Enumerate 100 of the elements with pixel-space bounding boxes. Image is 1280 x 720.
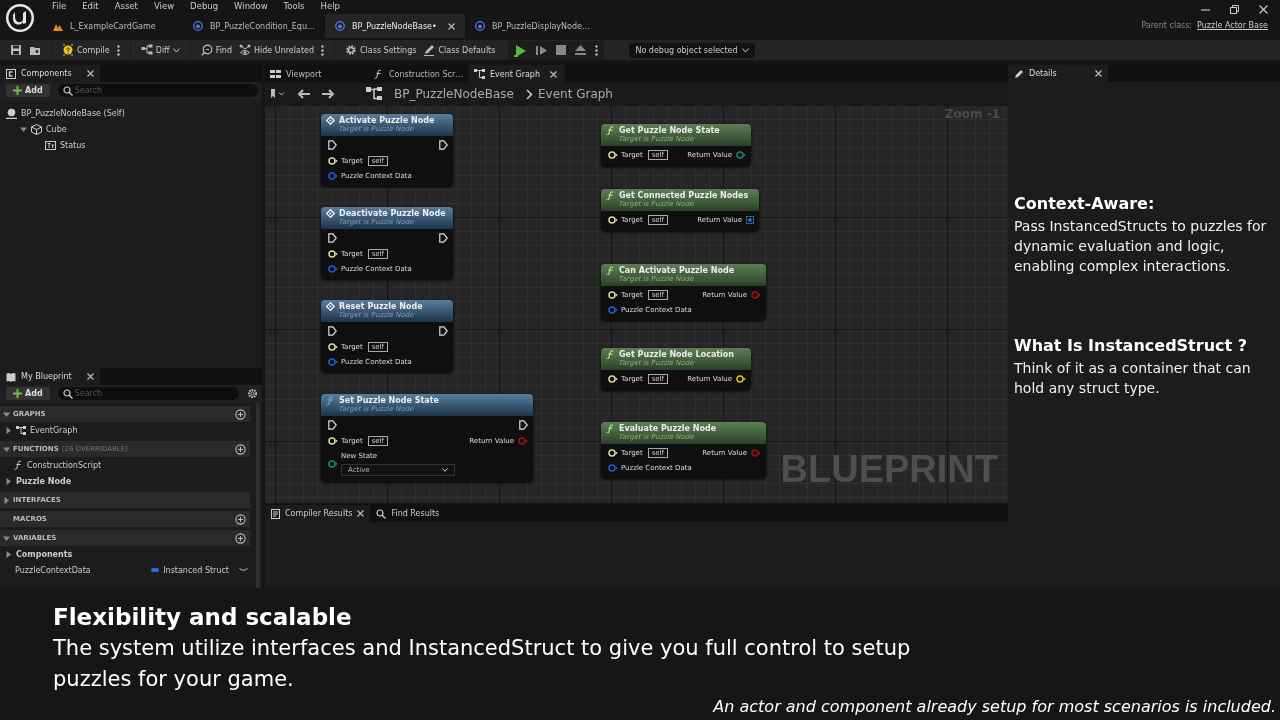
collapse-arrow-icon[interactable] <box>3 496 10 504</box>
more-options-icon[interactable] <box>595 44 599 56</box>
close-icon[interactable] <box>87 70 94 77</box>
collapse-arrow-icon[interactable] <box>5 477 12 485</box>
caption-title: Flexibility and scalable <box>53 604 353 630</box>
settings-icon[interactable] <box>247 388 258 399</box>
play-icon[interactable] <box>514 43 528 57</box>
add-icon[interactable] <box>235 513 246 525</box>
panel-tab[interactable]: Components <box>0 65 100 82</box>
more-options-icon[interactable] <box>321 44 325 56</box>
add-button[interactable]: Add <box>6 387 50 400</box>
editor-tab[interactable]: Event Graph <box>469 65 565 83</box>
node-title: Get Puzzle Node Location <box>619 350 735 359</box>
toolbar-button[interactable]: Compile <box>62 44 110 56</box>
debug-object-dropdown[interactable]: No debug object selected <box>629 42 755 58</box>
collapse-arrow-icon[interactable] <box>5 550 12 558</box>
add-icon[interactable] <box>235 443 246 455</box>
menu-item[interactable]: Help <box>312 1 348 11</box>
graph-icon <box>474 69 485 79</box>
pin-icon <box>608 306 618 314</box>
editor-tab[interactable]: Construction Scr… <box>361 65 469 83</box>
expand-arrow-icon[interactable] <box>3 410 10 418</box>
diff-dropdown[interactable]: Diff <box>140 44 180 56</box>
step-icon[interactable] <box>536 44 548 56</box>
document-tab[interactable]: BP_PuzzleDisplayNode… <box>465 14 607 38</box>
menu-item[interactable]: Debug <box>182 1 227 11</box>
exec-pin-icon <box>328 140 337 150</box>
note-heading: Context-Aware: <box>1014 194 1156 213</box>
graph-item[interactable]: EventGraph <box>30 425 78 435</box>
variable-type[interactable]: Instanced Struct <box>163 565 229 575</box>
cube-icon <box>31 123 42 135</box>
panel-tab[interactable]: My Blueprint <box>0 368 100 385</box>
save-icon[interactable] <box>10 44 22 56</box>
panel-tab[interactable]: Details <box>1008 65 1108 82</box>
menu-item[interactable]: Window <box>226 1 276 11</box>
forward-arrow-icon[interactable] <box>322 89 335 99</box>
close-icon[interactable] <box>550 70 557 78</box>
results-tab[interactable]: Find Results <box>370 505 446 522</box>
components-icon <box>6 68 16 79</box>
array-pin-icon <box>746 216 754 224</box>
pencil-icon <box>1014 68 1024 79</box>
node-title: Evaluate Puzzle Node <box>619 424 717 433</box>
close-icon[interactable] <box>357 510 365 517</box>
more-options-icon[interactable] <box>116 44 120 56</box>
menu-item[interactable]: Tools <box>275 1 313 11</box>
breadcrumb-link[interactable]: BP_PuzzleNodeBase <box>394 87 514 101</box>
close-icon[interactable] <box>1095 70 1102 77</box>
close-icon[interactable] <box>448 22 455 30</box>
restore-icon[interactable] <box>1230 5 1239 14</box>
toolbar-button[interactable]: Class Settings <box>345 44 417 56</box>
back-arrow-icon[interactable] <box>297 89 310 99</box>
pin-icon <box>328 358 338 366</box>
menu-item[interactable]: File <box>44 1 75 11</box>
blueprint-icon <box>475 21 485 31</box>
collapse-arrow-icon[interactable] <box>5 426 12 434</box>
toolbar-button[interactable]: Find <box>200 44 232 56</box>
close-icon[interactable] <box>87 373 94 380</box>
note-text: Pass InstancedStructs to puzzles for dynamic evaluation and logic, enabling complex interactions. <box>1014 217 1268 276</box>
book-icon <box>6 371 16 382</box>
caret-icon <box>239 568 248 572</box>
tree-item[interactable]: BP_PuzzleNodeBase (Self) <box>21 108 125 118</box>
expand-arrow-icon[interactable] <box>3 534 10 542</box>
variable-item[interactable]: PuzzleContextData <box>15 565 91 575</box>
search-field[interactable]: Search <box>57 387 239 400</box>
pin-icon <box>736 151 746 159</box>
menu-item[interactable]: View <box>145 1 183 11</box>
toolbar-button[interactable]: Hide Unrelated <box>239 44 315 56</box>
document-tab[interactable]: BP_PuzzleNodeBase• <box>325 14 465 38</box>
expand-arrow-icon[interactable] <box>20 125 27 133</box>
results-tab[interactable]: Compiler Results <box>265 505 371 522</box>
category-item[interactable]: Components <box>16 549 73 559</box>
breadcrumb-link[interactable]: Event Graph <box>537 87 613 101</box>
caret-icon <box>741 47 749 53</box>
editor-tab[interactable]: Viewport <box>265 65 361 83</box>
add-icon[interactable] <box>235 532 246 544</box>
tree-item[interactable]: Status <box>60 140 86 150</box>
menu-item[interactable]: Asset <box>106 1 146 11</box>
bookmark-icon[interactable] <box>271 89 285 99</box>
expand-arrow-icon[interactable] <box>3 445 10 453</box>
blueprint-icon <box>193 21 203 31</box>
compiler-results-icon <box>271 508 280 519</box>
document-tab[interactable]: BP_PuzzleCondition_Equ… <box>183 14 325 38</box>
add-icon[interactable] <box>235 408 246 420</box>
stop-icon[interactable] <box>556 45 567 55</box>
pin-icon <box>328 157 338 165</box>
add-button[interactable]: Add <box>6 84 50 97</box>
menu-item[interactable]: Edit <box>74 1 107 11</box>
folder-search-icon[interactable] <box>29 44 41 56</box>
close-icon[interactable] <box>1259 5 1268 14</box>
parent-class-link[interactable]: Puzzle Actor Base <box>1197 21 1268 30</box>
eject-icon[interactable] <box>575 45 587 55</box>
pin-icon <box>608 449 618 457</box>
pin-icon <box>751 449 761 457</box>
graph-icon <box>366 87 382 101</box>
toolbar-button[interactable]: Class Defaults <box>423 44 496 56</box>
document-tab[interactable]: L_ExampleCardGame <box>41 14 183 38</box>
tree-item[interactable]: Cube <box>46 124 67 134</box>
search-field[interactable]: Search <box>57 84 258 97</box>
function-item[interactable]: ConstructionScript <box>27 460 102 470</box>
category-item[interactable]: Puzzle Node <box>16 476 72 486</box>
